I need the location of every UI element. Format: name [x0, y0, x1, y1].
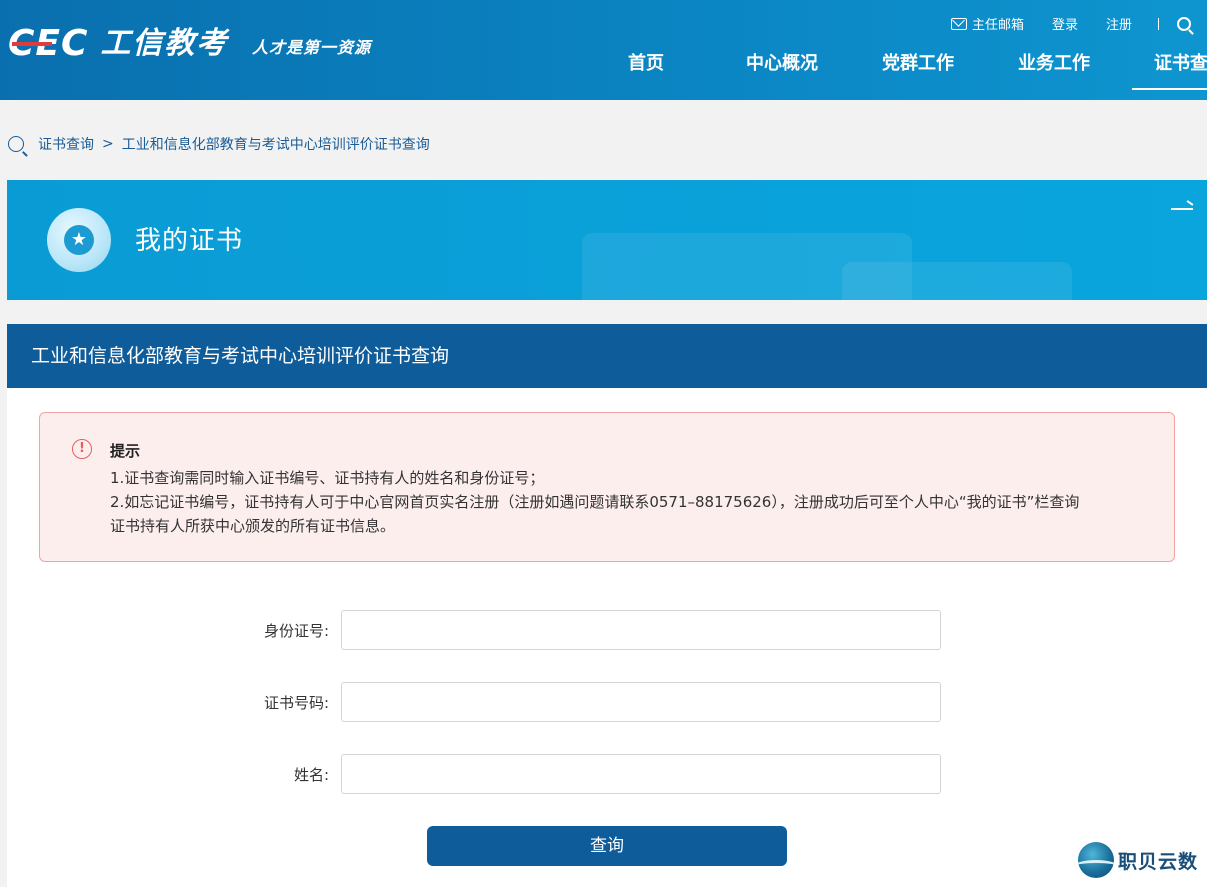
cert-number-label: 证书号码: [263, 694, 329, 712]
mail-link[interactable]: 主任邮箱 [950, 14, 1024, 33]
breadcrumb: 证书查询 > 工业和信息化部教育与考试中心培训评价证书查询 [8, 134, 430, 154]
divider [1158, 17, 1159, 30]
login-label: 登录 [1051, 18, 1078, 33]
site-logo[interactable]: CEC 工信教考 [8, 24, 228, 64]
id-number-input[interactable] [341, 610, 941, 650]
notice-text: 1.证书查询需同时输入证书编号、证书持有人的姓名和身份证号； 2.如忘记证书编号… [110, 466, 1150, 538]
name-input[interactable] [341, 754, 941, 794]
nav-item-cert-query[interactable]: 证书查询 [1122, 50, 1207, 90]
query-panel: 工业和信息化部教育与考试中心培训评价证书查询 ! 提示 1.证书查询需同时输入证… [7, 324, 1207, 887]
medal-icon [64, 225, 94, 255]
nav-item-about[interactable]: 中心概况 [714, 50, 850, 90]
logo-text: 工信教考 [100, 26, 229, 61]
id-number-label: 身份证号: [263, 622, 329, 640]
query-button[interactable]: 查询 [427, 826, 787, 866]
main-nav: 首页 中心概况 党群工作 业务工作 证书查询 [578, 50, 1207, 90]
register-label: 注册 [1105, 18, 1132, 33]
search-icon [8, 136, 24, 152]
watermark: 职贝云数 [1078, 842, 1198, 878]
slogan: 人才是第一资源 [252, 38, 372, 57]
breadcrumb-item-cert-query[interactable]: 证书查询 [38, 134, 94, 154]
notice-title: 提示 [110, 442, 141, 460]
name-row: 姓名: [7, 754, 1207, 794]
logo-mark: CEC [8, 23, 89, 64]
site-header: CEC 工信教考 人才是第一资源 主任邮箱 登录 注册 首页 中心概况 党群工作… [0, 0, 1207, 100]
breadcrumb-item-current[interactable]: 工业和信息化部教育与考试中心培训评价证书查询 [122, 134, 430, 154]
mail-link-label: 主任邮箱 [971, 18, 1024, 33]
mail-icon [950, 17, 967, 30]
nav-item-party[interactable]: 党群工作 [850, 50, 986, 90]
notice-line: 1.证书查询需同时输入证书编号、证书持有人的姓名和身份证号； [110, 469, 545, 487]
exclamation-icon: ! [72, 439, 92, 459]
nav-item-business[interactable]: 业务工作 [986, 50, 1122, 90]
my-certificate-banner[interactable]: 我的证书 [7, 180, 1207, 300]
notice-box: ! 提示 1.证书查询需同时输入证书编号、证书持有人的姓名和身份证号； 2.如忘… [39, 412, 1175, 562]
arrow-right-icon[interactable] [1171, 202, 1195, 216]
panel-title: 工业和信息化部教育与考试中心培训评价证书查询 [7, 324, 1207, 388]
notice-line: 证书持有人所获中心颁发的所有证书信息。 [110, 517, 396, 535]
register-link[interactable]: 注册 [1106, 14, 1132, 33]
breadcrumb-separator: > [102, 136, 114, 152]
logo-red-bar [12, 42, 52, 46]
notice-line: 2.如忘记证书编号，证书持有人可于中心官网首页实名注册（注册如遇问题请联系057… [110, 493, 1080, 511]
certificate-badge [47, 208, 111, 272]
top-links: 主任邮箱 登录 注册 [923, 14, 1191, 33]
name-label: 姓名: [293, 766, 329, 784]
search-icon[interactable] [1177, 16, 1191, 31]
login-link[interactable]: 登录 [1052, 14, 1078, 33]
watermark-logo-icon [1078, 842, 1114, 878]
nav-item-home[interactable]: 首页 [578, 50, 714, 90]
cert-number-input[interactable] [341, 682, 941, 722]
banner-decoration [842, 262, 1072, 300]
banner-title: 我的证书 [135, 226, 244, 256]
watermark-text: 职贝云数 [1118, 850, 1199, 873]
id-number-row: 身份证号: [7, 610, 1207, 650]
cert-number-row: 证书号码: [7, 682, 1207, 722]
